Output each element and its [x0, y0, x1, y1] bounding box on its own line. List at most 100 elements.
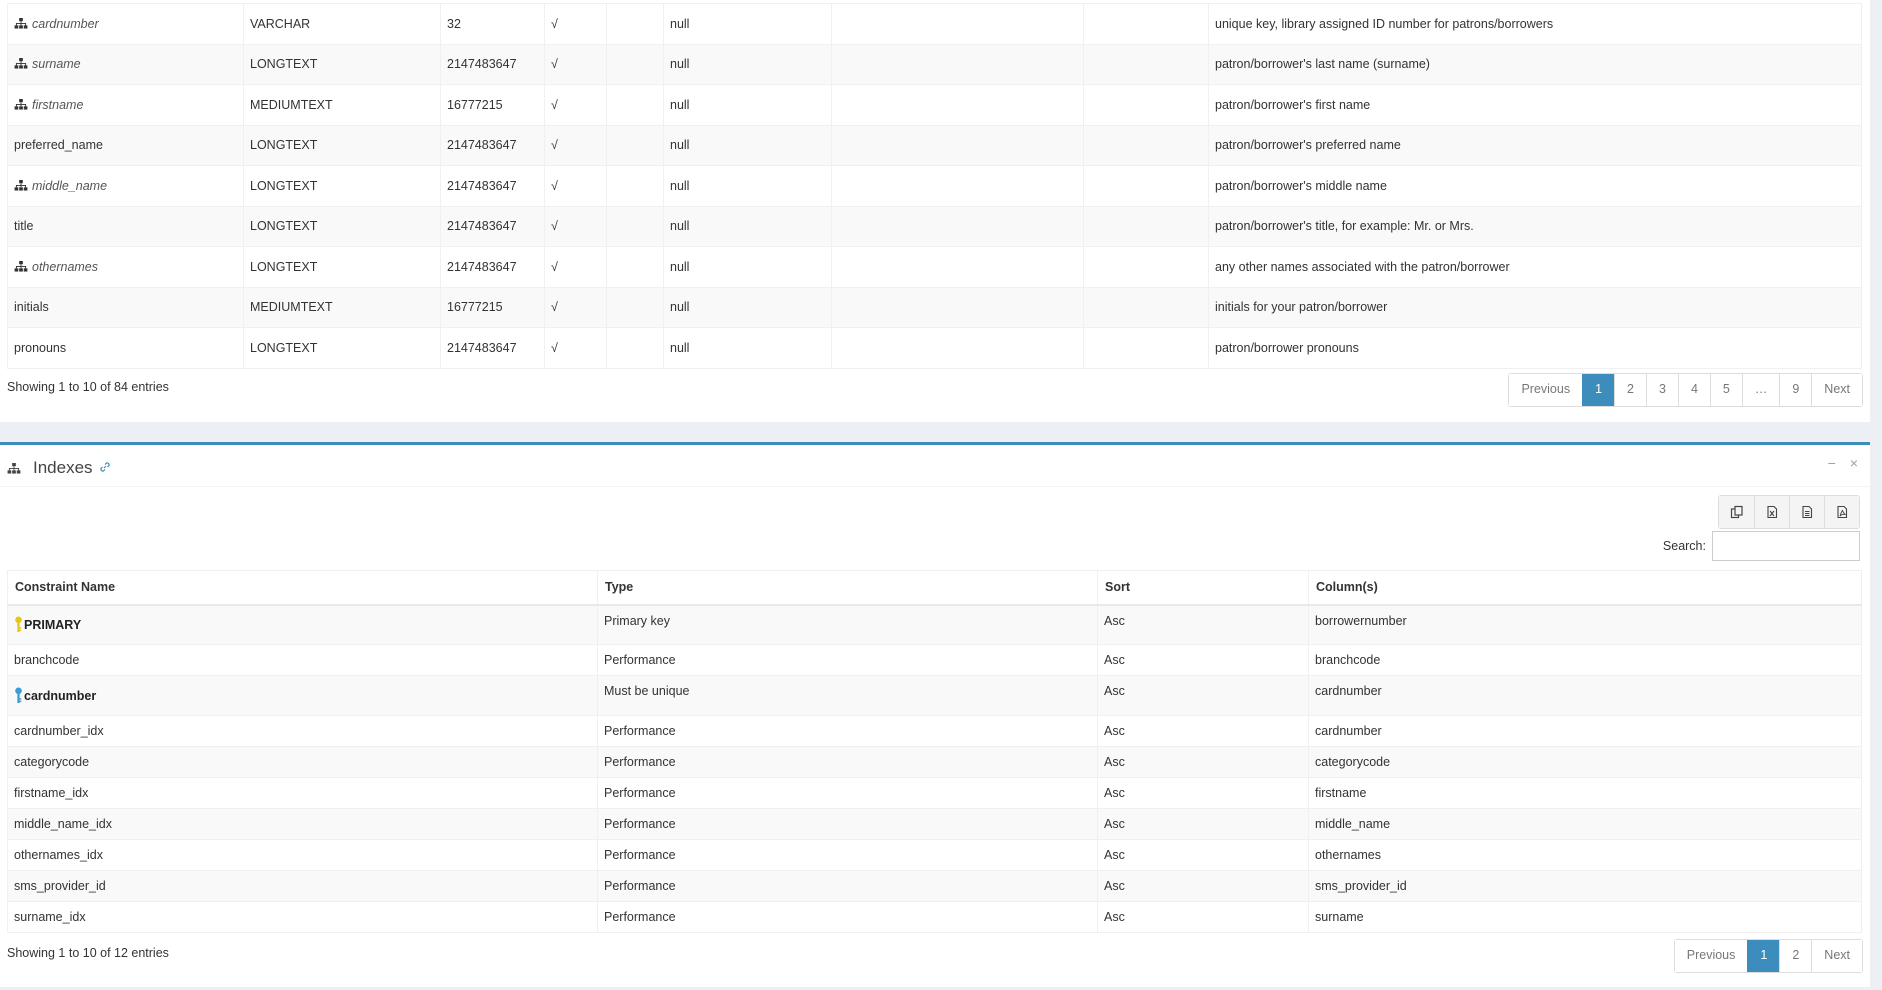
table-row: firstname MEDIUMTEXT 16777215 √ null patron/b…: [7, 84, 1862, 126]
pdf-icon[interactable]: [1824, 496, 1859, 528]
column-type: LONGTEXT: [243, 124, 441, 166]
index-icon: [14, 17, 28, 29]
constraint-type: Performance: [597, 808, 1098, 840]
column-children: [1083, 286, 1209, 328]
header-constraint-name[interactable]: Constraint Name: [7, 570, 598, 606]
copy-icon[interactable]: [1719, 496, 1754, 528]
search-input[interactable]: [1712, 531, 1860, 561]
constraint-columns: categorycode: [1308, 746, 1862, 778]
constraint-name: cardnumber: [24, 689, 97, 703]
column-type: LONGTEXT: [243, 327, 441, 369]
indexes-table-info: Showing 1 to 10 of 12 entries: [7, 946, 169, 960]
constraint-columns: othernames: [1308, 839, 1862, 871]
column-name-cell[interactable]: surname: [7, 43, 244, 85]
column-auto: [606, 124, 664, 166]
column-nullable: √: [544, 3, 607, 45]
column-name-cell[interactable]: preferred_name: [7, 124, 244, 166]
header-type[interactable]: Type: [597, 570, 1098, 606]
page-button[interactable]: 4: [1677, 374, 1710, 406]
column-nullable: √: [544, 205, 607, 247]
constraint-name: cardnumber_idx: [14, 724, 104, 738]
column-auto: [606, 165, 664, 207]
constraint-columns: cardnumber: [1308, 715, 1862, 747]
column-parents: [831, 205, 1084, 247]
constraint-name-cell: branchcode: [7, 644, 598, 676]
previous-button[interactable]: Previous: [1509, 374, 1583, 406]
column-length: 32: [440, 3, 545, 45]
next-button[interactable]: Next: [1811, 940, 1862, 972]
page-button[interactable]: 3: [1645, 374, 1678, 406]
table-row: categorycode Performance Asc categorycode: [7, 746, 1862, 778]
table-row: surname LONGTEXT 2147483647 √ null patron/bor…: [7, 43, 1862, 85]
constraint-name: PRIMARY: [24, 618, 82, 633]
header-columns[interactable]: Column(s): [1308, 570, 1862, 606]
column-default: null: [663, 3, 832, 45]
page-button[interactable]: …: [1741, 374, 1780, 406]
column-nullable: √: [544, 43, 607, 85]
page-button[interactable]: 9: [1779, 374, 1812, 406]
column-default: null: [663, 246, 832, 288]
constraint-name-cell: cardnumber_idx: [7, 715, 598, 747]
header-sort[interactable]: Sort: [1097, 570, 1309, 606]
column-length: 2147483647: [440, 205, 545, 247]
link-icon[interactable]: [99, 461, 111, 476]
column-auto: [606, 246, 664, 288]
columns-table-info: Showing 1 to 10 of 84 entries: [7, 380, 169, 394]
constraint-sort: Asc: [1097, 808, 1309, 840]
column-children: [1083, 327, 1209, 369]
collapse-icon[interactable]: −: [1828, 455, 1836, 471]
constraint-name-cell: othernames_idx: [7, 839, 598, 871]
key-icon: [15, 616, 22, 633]
page-button[interactable]: 5: [1709, 374, 1742, 406]
column-parents: [831, 246, 1084, 288]
column-comment: patron/borrower's last name (surname): [1208, 43, 1862, 85]
column-auto: [606, 205, 664, 247]
next-button[interactable]: Next: [1811, 374, 1862, 406]
constraint-name: sms_provider_id: [14, 879, 106, 893]
table-row: preferred_name LONGTEXT 2147483647 √ null pat…: [7, 124, 1862, 166]
constraint-name-cell: surname_idx: [7, 901, 598, 933]
table-row: title LONGTEXT 2147483647 √ null patron/borro…: [7, 205, 1862, 247]
column-length: 16777215: [440, 84, 545, 126]
index-icon: [14, 58, 28, 69]
constraint-sort: Asc: [1097, 901, 1309, 933]
column-parents: [831, 165, 1084, 207]
page-button[interactable]: 1: [1747, 940, 1780, 972]
constraint-type: Performance: [597, 715, 1098, 747]
column-name-cell[interactable]: title: [7, 205, 244, 247]
previous-button[interactable]: Previous: [1674, 940, 1748, 972]
close-icon[interactable]: ×: [1850, 455, 1858, 471]
column-default: null: [663, 124, 832, 166]
page-button[interactable]: 1: [1582, 374, 1615, 406]
constraint-sort: Asc: [1097, 839, 1309, 871]
column-children: [1083, 165, 1209, 207]
constraint-type: Performance: [597, 839, 1098, 871]
csv-icon[interactable]: [1789, 496, 1824, 528]
column-name-cell[interactable]: initials: [7, 286, 244, 328]
table-row: surname_idx Performance Asc surname: [7, 901, 1862, 933]
column-name-cell[interactable]: firstname: [7, 84, 244, 126]
column-comment: patron/borrower's preferred name: [1208, 124, 1862, 166]
column-children: [1083, 3, 1209, 45]
indexes-table: Constraint Name Type Sort Column(s) PRIM…: [7, 570, 1862, 933]
column-parents: [831, 3, 1084, 45]
constraint-sort: Asc: [1097, 777, 1309, 809]
column-nullable: √: [544, 246, 607, 288]
column-type: VARCHAR: [243, 3, 441, 45]
column-nullable: √: [544, 84, 607, 126]
constraint-name-cell: PRIMARY: [7, 604, 598, 645]
page-button[interactable]: 2: [1779, 940, 1812, 972]
excel-icon[interactable]: [1754, 496, 1789, 528]
column-name-cell[interactable]: othernames: [7, 246, 244, 288]
constraint-type: Performance: [597, 777, 1098, 809]
page-button[interactable]: 2: [1614, 374, 1646, 406]
column-name-cell[interactable]: pronouns: [7, 327, 244, 369]
key-icon: [15, 687, 22, 704]
column-children: [1083, 246, 1209, 288]
column-name-cell[interactable]: middle_name: [7, 165, 244, 207]
box-header: Indexes: [7, 457, 111, 479]
column-name-cell[interactable]: cardnumber: [7, 3, 244, 45]
column-auto: [606, 3, 664, 45]
column-comment: patron/borrower's middle name: [1208, 165, 1862, 207]
column-nullable: √: [544, 165, 607, 207]
